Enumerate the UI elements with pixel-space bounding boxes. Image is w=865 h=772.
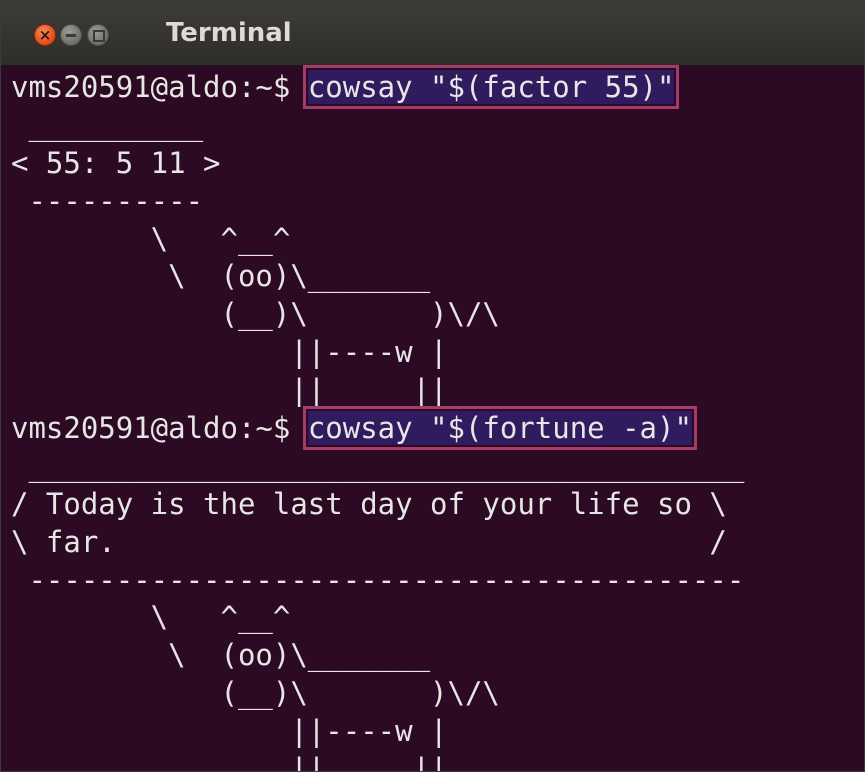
output-line: \ (oo)\_______ — [11, 259, 431, 294]
output-line: (__)\ )\/\ — [11, 297, 500, 332]
minimize-icon — [66, 34, 76, 37]
output-line: ||----w | — [11, 714, 448, 749]
shell-prompt: vms20591@aldo:~$ — [11, 411, 308, 446]
terminal-output[interactable]: vms20591@aldo:~$ cowsay "$(factor 55)" _… — [11, 65, 745, 772]
close-icon: × — [38, 26, 52, 44]
output-line: || || — [11, 373, 448, 408]
output-line: \ ^__^ — [11, 221, 291, 256]
minimize-button[interactable] — [60, 24, 82, 46]
maximize-icon — [93, 30, 105, 42]
output-line: (__)\ )\/\ — [11, 676, 500, 711]
title-bar[interactable]: × Terminal — [1, 1, 864, 66]
highlighted-command: cowsay "$(factor 55)" — [302, 65, 680, 109]
output-line: ----------------------------------------… — [11, 562, 745, 597]
window-title: Terminal — [166, 18, 292, 48]
maximize-button[interactable] — [87, 24, 109, 46]
output-line: || || — [11, 752, 448, 772]
output-line: \ ^__^ — [11, 600, 291, 635]
output-line: / Today is the last day of your life so … — [11, 486, 727, 521]
terminal-window: × Terminal vms20591@aldo:~$ cowsay "$(fa… — [0, 0, 865, 772]
highlighted-command: cowsay "$(fortune -a)" — [302, 406, 697, 451]
shell-prompt: vms20591@aldo:~$ — [11, 70, 308, 104]
output-line: ---------- — [11, 183, 204, 218]
command-line: vms20591@aldo:~$ cowsay "$(factor 55)" — [11, 65, 744, 109]
output-line: ________________________________________… — [11, 448, 745, 483]
output-line: ||----w | — [11, 335, 448, 370]
output-line: < 55: 5 11 > — [11, 145, 221, 180]
output-line: __________ — [11, 107, 204, 142]
close-button[interactable]: × — [34, 24, 56, 46]
output-line: \ (oo)\_______ — [11, 638, 431, 673]
output-line: \ far. / — [11, 524, 727, 559]
command-line: vms20591@aldo:~$ cowsay "$(fortune -a)" — [11, 406, 744, 451]
